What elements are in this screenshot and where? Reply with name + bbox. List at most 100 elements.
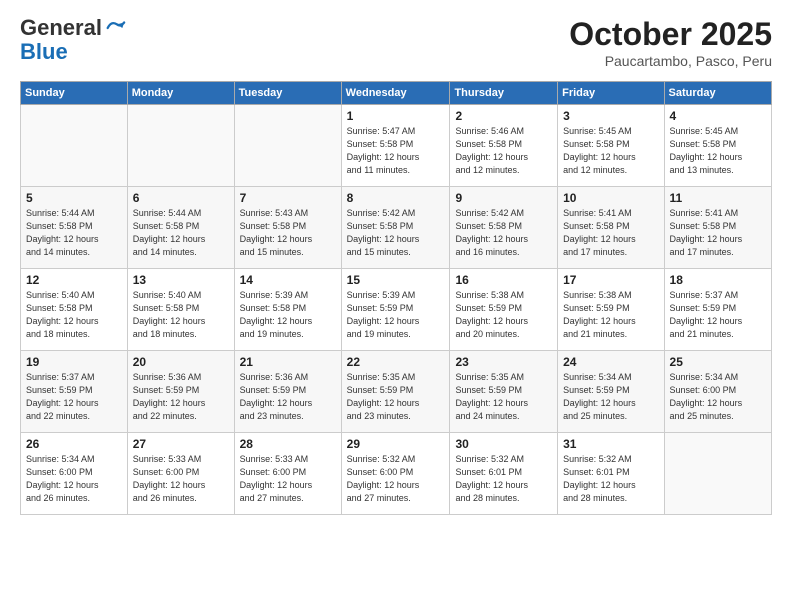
- calendar-cell: 30Sunrise: 5:32 AMSunset: 6:01 PMDayligh…: [450, 433, 558, 515]
- weekday-header: Tuesday: [234, 82, 341, 105]
- calendar-cell: 16 Sunrise: 5:38 AMSunset: 5:59 PMDayligh…: [450, 269, 558, 351]
- calendar-cell: 13 Sunrise: 5:40 AMSunset: 5:58 PMDayligh…: [127, 269, 234, 351]
- day-number: 2: [455, 109, 552, 123]
- calendar-cell: 10 Sunrise: 5:41 AMSunset: 5:58 PMDayligh…: [558, 187, 664, 269]
- day-number: 22: [347, 355, 445, 369]
- day-number: 14: [240, 273, 336, 287]
- day-number: 10: [563, 191, 658, 205]
- calendar-cell: 21 Sunrise: 5:36 AMSunset: 5:59 PMDayligh…: [234, 351, 341, 433]
- day-info: Sunrise: 5:40 AMSunset: 5:58 PMDaylight:…: [133, 289, 229, 341]
- location-subtitle: Paucartambo, Pasco, Peru: [569, 53, 772, 69]
- calendar-cell: 26Sunrise: 5:34 AMSunset: 6:00 PMDayligh…: [21, 433, 128, 515]
- weekday-header: Friday: [558, 82, 664, 105]
- title-block: October 2025 Paucartambo, Pasco, Peru: [569, 16, 772, 69]
- day-info: Sunrise: 5:33 AMSunset: 6:00 PMDaylight:…: [133, 453, 229, 505]
- day-number: 8: [347, 191, 445, 205]
- day-info: Sunrise: 5:41 AMSunset: 5:58 PMDaylight:…: [563, 207, 658, 259]
- page: General Blue October 2025 Paucartambo, P…: [0, 0, 792, 612]
- day-info: Sunrise: 5:44 AMSunset: 5:58 PMDaylight:…: [26, 207, 122, 259]
- calendar-cell: 20 Sunrise: 5:36 AMSunset: 5:59 PMDayligh…: [127, 351, 234, 433]
- month-title: October 2025: [569, 16, 772, 53]
- day-number: 9: [455, 191, 552, 205]
- day-number: 15: [347, 273, 445, 287]
- weekday-header: Saturday: [664, 82, 771, 105]
- calendar-cell: 14 Sunrise: 5:39 AMSunset: 5:58 PMDayligh…: [234, 269, 341, 351]
- day-number: 24: [563, 355, 658, 369]
- weekday-header-row: SundayMondayTuesdayWednesdayThursdayFrid…: [21, 82, 772, 105]
- day-number: 30: [455, 437, 552, 451]
- calendar-cell: 4Sunrise: 5:45 AMSunset: 5:58 PMDaylight…: [664, 105, 771, 187]
- calendar-cell: 18 Sunrise: 5:37 AMSunset: 5:59 PMDayligh…: [664, 269, 771, 351]
- day-info: Sunrise: 5:45 AMSunset: 5:58 PMDaylight:…: [670, 125, 766, 177]
- day-number: 23: [455, 355, 552, 369]
- day-info: Sunrise: 5:37 AMSunset: 5:59 PMDaylight:…: [26, 371, 122, 423]
- calendar-cell: 24Sunrise: 5:34 AMSunset: 5:59 PMDayligh…: [558, 351, 664, 433]
- day-info: Sunrise: 5:34 AMSunset: 6:00 PMDaylight:…: [26, 453, 122, 505]
- day-number: 19: [26, 355, 122, 369]
- calendar-cell: 29Sunrise: 5:32 AMSunset: 6:00 PMDayligh…: [341, 433, 450, 515]
- calendar: SundayMondayTuesdayWednesdayThursdayFrid…: [20, 81, 772, 515]
- calendar-cell: 6 Sunrise: 5:44 AMSunset: 5:58 PMDaylight…: [127, 187, 234, 269]
- day-number: 31: [563, 437, 658, 451]
- day-number: 17: [563, 273, 658, 287]
- calendar-cell: 15 Sunrise: 5:39 AMSunset: 5:59 PMDayligh…: [341, 269, 450, 351]
- day-number: 6: [133, 191, 229, 205]
- day-number: 11: [670, 191, 766, 205]
- day-number: 20: [133, 355, 229, 369]
- day-info: Sunrise: 5:39 AMSunset: 5:58 PMDaylight:…: [240, 289, 336, 341]
- day-info: Sunrise: 5:36 AMSunset: 5:59 PMDaylight:…: [133, 371, 229, 423]
- calendar-cell: 11Sunrise: 5:41 AMSunset: 5:58 PMDayligh…: [664, 187, 771, 269]
- weekday-header: Sunday: [21, 82, 128, 105]
- calendar-cell: 22 Sunrise: 5:35 AMSunset: 5:59 PMDayligh…: [341, 351, 450, 433]
- logo-general: General: [20, 16, 102, 40]
- calendar-cell: 28Sunrise: 5:33 AMSunset: 6:00 PMDayligh…: [234, 433, 341, 515]
- calendar-cell: 2 Sunrise: 5:46 AMSunset: 5:58 PMDaylight…: [450, 105, 558, 187]
- day-info: Sunrise: 5:35 AMSunset: 5:59 PMDaylight:…: [347, 371, 445, 423]
- day-info: Sunrise: 5:47 AMSunset: 5:58 PMDaylight:…: [347, 125, 445, 177]
- day-number: 3: [563, 109, 658, 123]
- day-number: 16: [455, 273, 552, 287]
- day-info: Sunrise: 5:43 AMSunset: 5:58 PMDaylight:…: [240, 207, 336, 259]
- day-number: 18: [670, 273, 766, 287]
- day-info: Sunrise: 5:38 AMSunset: 5:59 PMDaylight:…: [455, 289, 552, 341]
- day-info: Sunrise: 5:46 AMSunset: 5:58 PMDaylight:…: [455, 125, 552, 177]
- header: General Blue October 2025 Paucartambo, P…: [20, 16, 772, 69]
- day-number: 25: [670, 355, 766, 369]
- day-info: Sunrise: 5:35 AMSunset: 5:59 PMDaylight:…: [455, 371, 552, 423]
- calendar-cell: 8 Sunrise: 5:42 AMSunset: 5:58 PMDaylight…: [341, 187, 450, 269]
- day-info: Sunrise: 5:36 AMSunset: 5:59 PMDaylight:…: [240, 371, 336, 423]
- day-number: 12: [26, 273, 122, 287]
- day-info: Sunrise: 5:37 AMSunset: 5:59 PMDaylight:…: [670, 289, 766, 341]
- day-info: Sunrise: 5:39 AMSunset: 5:59 PMDaylight:…: [347, 289, 445, 341]
- calendar-week-row: 19 Sunrise: 5:37 AMSunset: 5:59 PMDayligh…: [21, 351, 772, 433]
- calendar-cell: 31Sunrise: 5:32 AMSunset: 6:01 PMDayligh…: [558, 433, 664, 515]
- day-info: Sunrise: 5:44 AMSunset: 5:58 PMDaylight:…: [133, 207, 229, 259]
- calendar-week-row: 26Sunrise: 5:34 AMSunset: 6:00 PMDayligh…: [21, 433, 772, 515]
- day-number: 1: [347, 109, 445, 123]
- calendar-cell: 25 Sunrise: 5:34 AMSunset: 6:00 PMDayligh…: [664, 351, 771, 433]
- calendar-cell: 19 Sunrise: 5:37 AMSunset: 5:59 PMDayligh…: [21, 351, 128, 433]
- logo-blue: Blue: [20, 39, 68, 64]
- weekday-header: Wednesday: [341, 82, 450, 105]
- calendar-cell: 27Sunrise: 5:33 AMSunset: 6:00 PMDayligh…: [127, 433, 234, 515]
- calendar-week-row: 5 Sunrise: 5:44 AMSunset: 5:58 PMDaylight…: [21, 187, 772, 269]
- day-info: Sunrise: 5:42 AMSunset: 5:58 PMDaylight:…: [347, 207, 445, 259]
- day-info: Sunrise: 5:38 AMSunset: 5:59 PMDaylight:…: [563, 289, 658, 341]
- calendar-cell: [234, 105, 341, 187]
- calendar-cell: [127, 105, 234, 187]
- day-number: 5: [26, 191, 122, 205]
- calendar-cell: 7 Sunrise: 5:43 AMSunset: 5:58 PMDaylight…: [234, 187, 341, 269]
- day-info: Sunrise: 5:45 AMSunset: 5:58 PMDaylight:…: [563, 125, 658, 177]
- calendar-cell: 23 Sunrise: 5:35 AMSunset: 5:59 PMDayligh…: [450, 351, 558, 433]
- day-number: 7: [240, 191, 336, 205]
- logo-icon: [104, 17, 126, 39]
- calendar-cell: [21, 105, 128, 187]
- calendar-cell: 3 Sunrise: 5:45 AMSunset: 5:58 PMDaylight…: [558, 105, 664, 187]
- calendar-cell: 9Sunrise: 5:42 AMSunset: 5:58 PMDaylight…: [450, 187, 558, 269]
- day-number: 13: [133, 273, 229, 287]
- weekday-header: Monday: [127, 82, 234, 105]
- day-number: 21: [240, 355, 336, 369]
- day-number: 29: [347, 437, 445, 451]
- day-info: Sunrise: 5:34 AMSunset: 6:00 PMDaylight:…: [670, 371, 766, 423]
- weekday-header: Thursday: [450, 82, 558, 105]
